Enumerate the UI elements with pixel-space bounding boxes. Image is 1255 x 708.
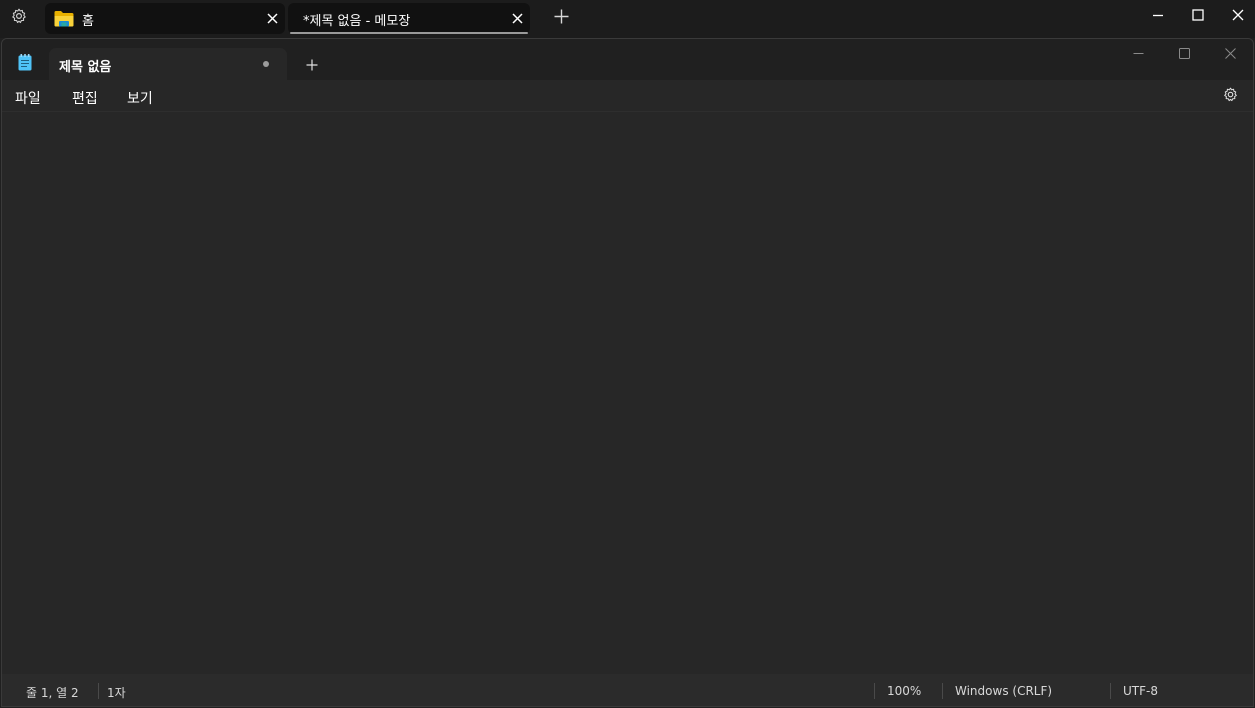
- status-bar: 줄 1, 열 2 1자 100% Windows (CRLF) UTF-8: [2, 674, 1253, 706]
- notepad-minimize-button[interactable]: [1127, 44, 1149, 62]
- status-line-ending[interactable]: Windows (CRLF): [955, 684, 1052, 698]
- menu-file[interactable]: 파일: [15, 88, 41, 108]
- host-tab-home[interactable]: 홈: [45, 3, 285, 34]
- status-cursor-position[interactable]: 줄 1, 열 2: [26, 684, 79, 701]
- gear-icon: [11, 8, 27, 28]
- minimize-icon: [1152, 6, 1164, 25]
- status-divider: [1110, 683, 1111, 699]
- close-icon[interactable]: [510, 11, 524, 25]
- host-tab-label: 홈: [82, 14, 94, 29]
- plus-icon: [554, 9, 569, 28]
- notepad-maximize-button[interactable]: [1173, 44, 1195, 62]
- host-tab-bar: 홈 *제목 없음 - 메모장: [0, 0, 1255, 38]
- maximize-icon: [1178, 44, 1190, 63]
- status-encoding[interactable]: UTF-8: [1123, 684, 1158, 698]
- notepad-settings-button[interactable]: [1221, 87, 1239, 105]
- host-close-button[interactable]: [1226, 6, 1250, 24]
- status-divider: [98, 683, 99, 699]
- unsaved-dot-icon[interactable]: [263, 61, 269, 67]
- text-editor-area[interactable]: [2, 111, 1253, 674]
- host-minimize-button[interactable]: [1146, 6, 1170, 24]
- host-maximize-button[interactable]: [1186, 6, 1210, 24]
- host-tab-label: *제목 없음 - 메모장: [303, 14, 411, 29]
- status-divider: [874, 683, 875, 699]
- minimize-icon: [1133, 44, 1144, 63]
- status-character-count: 1자: [107, 686, 126, 700]
- host-settings-button[interactable]: [8, 7, 30, 29]
- menu-edit[interactable]: 편집: [72, 88, 98, 108]
- notepad-menubar: 파일 편집 보기: [2, 80, 1253, 111]
- active-tab-indicator: [290, 32, 528, 34]
- notepad-window: 제목 없음 파일 편집 보기 줄 1, 열 2 1자 100% Windows …: [1, 38, 1254, 707]
- host-tab-notepad[interactable]: *제목 없음 - 메모장: [288, 3, 530, 34]
- menu-view[interactable]: 보기: [127, 88, 153, 108]
- notepad-tab-title: 제목 없음: [59, 60, 112, 75]
- close-icon: [1232, 6, 1244, 25]
- host-new-tab-button[interactable]: [551, 8, 571, 28]
- notepad-close-button[interactable]: [1219, 44, 1241, 62]
- status-divider: [942, 683, 943, 699]
- notepad-titlebar: 제목 없음: [2, 39, 1253, 80]
- gear-icon: [1223, 87, 1238, 106]
- maximize-icon: [1192, 6, 1204, 25]
- close-icon[interactable]: [265, 11, 279, 25]
- notepad-tab[interactable]: 제목 없음: [49, 48, 287, 80]
- notepad-icon: [18, 54, 32, 71]
- status-zoom[interactable]: 100%: [887, 684, 921, 698]
- notepad-new-tab-button[interactable]: [303, 56, 321, 74]
- folder-icon: [54, 10, 74, 27]
- close-icon: [1224, 44, 1236, 63]
- plus-icon: [306, 56, 318, 75]
